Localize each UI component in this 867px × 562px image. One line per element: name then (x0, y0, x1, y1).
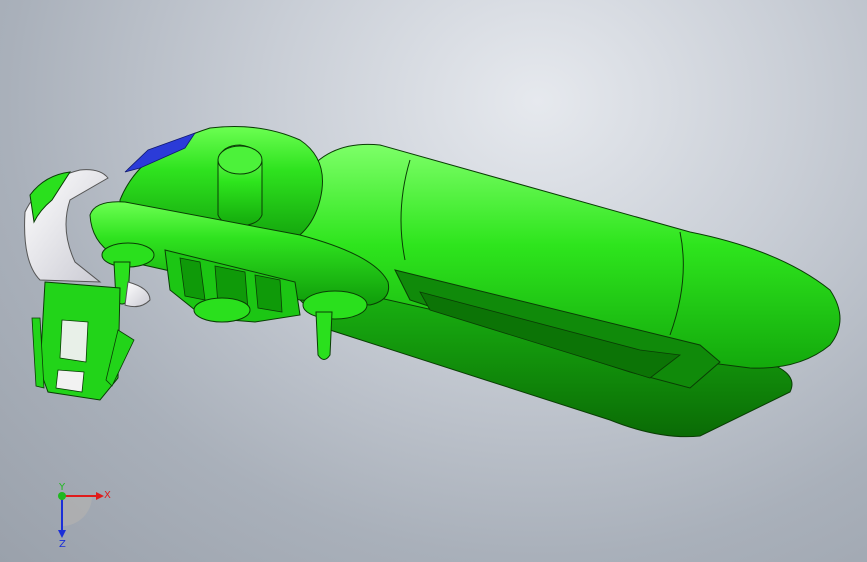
axis-y-dot (58, 492, 66, 500)
white-cap-rim (124, 281, 151, 308)
axis-x-label: X (104, 490, 111, 501)
boss-center (193, 297, 251, 323)
axis-z-label: Z (59, 539, 66, 548)
connector-slot-1 (59, 319, 89, 363)
3d-model-view[interactable] (0, 0, 867, 562)
coordinate-triad-icon: X Y Z (40, 478, 120, 550)
boss-right (302, 290, 368, 320)
cad-viewport[interactable]: X Y Z (0, 0, 867, 562)
triad-quarter-disc (62, 496, 92, 526)
pin-right (315, 311, 333, 360)
connector-slot-2 (55, 369, 85, 393)
axis-x-arrow (96, 492, 104, 500)
axis-y-label: Y (58, 482, 66, 493)
hub-peg-top (217, 145, 263, 175)
axis-z-arrow (58, 530, 66, 538)
